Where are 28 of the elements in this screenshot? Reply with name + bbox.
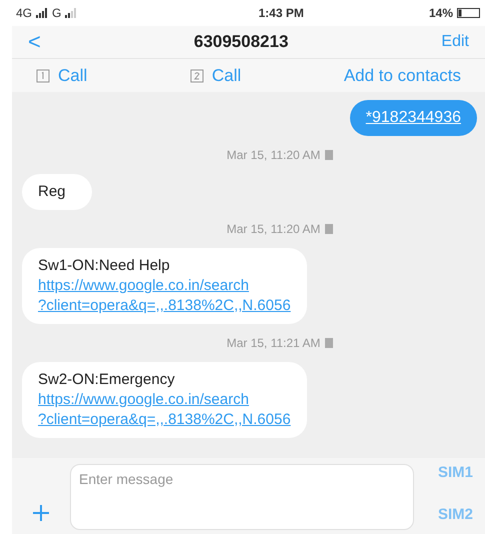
network-type: G <box>52 5 62 22</box>
edit-button[interactable]: Edit <box>441 30 469 54</box>
sim-card-icon <box>190 68 204 82</box>
contact-number: 6309508213 <box>194 31 288 54</box>
call-button[interactable]: Call <box>190 62 242 88</box>
network-type: 4G <box>16 5 32 22</box>
sim-card-icon <box>36 68 50 82</box>
sent-message-bubble: *9182344936 <box>350 100 477 136</box>
message-timestamp: Mar 15, 11:20 AM <box>226 147 320 164</box>
signal-icon <box>36 8 48 18</box>
message-timestamp: Mar 15, 11:21 AM <box>226 335 320 352</box>
message-input-field[interactable]: Enter message <box>70 464 414 530</box>
message-text: Sw1-ON:Need Help <box>38 256 171 276</box>
signal-icon <box>65 8 78 18</box>
message-timestamp: Mar 15, 11:20 AM <box>226 221 320 238</box>
message-link[interactable]: https://www.google.co.in/search ?client=opera&q=,,.8138%2C,,N.6056 <box>38 390 291 430</box>
battery-percentage: 14% <box>428 5 453 22</box>
clock: 1:43 PM <box>258 5 304 22</box>
call-button[interactable]: Call <box>36 62 88 88</box>
send-sim2-button[interactable]: SIM2 <box>438 504 473 526</box>
message-text: Reg <box>38 182 67 202</box>
battery-icon <box>457 8 481 18</box>
message-text: Sw2-ON:Emergency <box>38 370 176 390</box>
plus-icon[interactable] <box>32 504 50 522</box>
back-button[interactable]: < <box>28 31 41 53</box>
call-button[interactable]: Add to contacts <box>344 62 461 88</box>
message-link[interactable]: https://www.google.co.in/search ?client=opera&q=,,.8138%2C,,N.6056 <box>38 276 291 316</box>
send-sim1-button[interactable]: SIM1 <box>438 462 473 484</box>
